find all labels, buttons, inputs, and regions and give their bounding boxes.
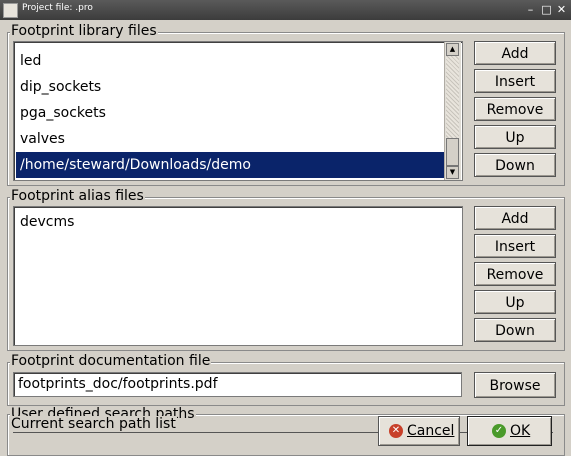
ok-button[interactable]: ✓ OK [467, 416, 552, 446]
arrow-down-icon[interactable]: ▼ [446, 166, 459, 179]
list-item-selected[interactable]: /home/steward/Downloads/demo [16, 152, 445, 178]
arrow-up-icon[interactable]: ▲ [446, 43, 459, 56]
alias-add-button[interactable]: Add [474, 206, 556, 230]
minimize-icon[interactable]: – [524, 3, 537, 16]
title-bar: Project file: .pro – □ ✕ [0, 0, 571, 20]
app-icon [3, 3, 18, 18]
browse-button[interactable]: Browse [474, 372, 556, 398]
alias-insert-button[interactable]: Insert [474, 234, 556, 258]
list-item[interactable]: dip_sockets [16, 74, 445, 100]
doc-group-label: Footprint documentation file [10, 353, 212, 369]
list-item[interactable]: led [16, 48, 445, 74]
scroll-thumb[interactable] [446, 138, 459, 166]
alias-down-button[interactable]: Down [474, 318, 556, 342]
current-search-path-label: Current search path list [10, 416, 177, 432]
maximize-icon[interactable]: □ [540, 3, 553, 16]
alias-group-label: Footprint alias files [10, 188, 145, 204]
list-item[interactable]: valves [16, 126, 445, 152]
library-list[interactable]: led dip_sockets pga_sockets valves /home… [13, 41, 463, 181]
list-item[interactable]: pga_sockets [16, 100, 445, 126]
project-file-dialog: Footprint library files led dip_sockets … [0, 20, 571, 456]
close-icon[interactable]: ✕ [555, 3, 568, 16]
cancel-icon: ✕ [389, 424, 403, 438]
cancel-button[interactable]: ✕ Cancel [378, 416, 460, 446]
library-add-button[interactable]: Add [474, 41, 556, 65]
list-item[interactable]: devcms [16, 209, 460, 235]
library-down-button[interactable]: Down [474, 153, 556, 177]
library-up-button[interactable]: Up [474, 125, 556, 149]
library-insert-button[interactable]: Insert [474, 69, 556, 93]
library-remove-button[interactable]: Remove [474, 97, 556, 121]
library-scrollbar[interactable]: ▲ ▼ [444, 42, 461, 180]
cancel-label: Cancel [407, 423, 455, 439]
doc-file-input[interactable]: footprints_doc/footprints.pdf [13, 372, 462, 397]
alias-list[interactable]: devcms [13, 206, 463, 346]
window-title: Project file: .pro [22, 3, 93, 13]
alias-up-button[interactable]: Up [474, 290, 556, 314]
ok-icon: ✓ [492, 424, 506, 438]
library-group-label: Footprint library files [10, 23, 158, 39]
ok-label: OK [510, 423, 531, 439]
alias-remove-button[interactable]: Remove [474, 262, 556, 286]
